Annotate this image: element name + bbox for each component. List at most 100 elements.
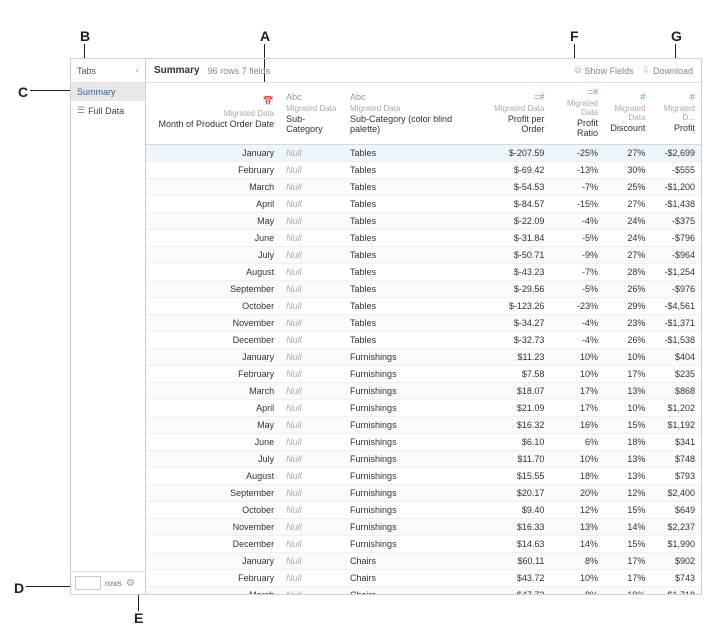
- table-row[interactable]: MayNullTables$-22.09-4%24%-$375: [146, 213, 701, 230]
- main-panel: Summary 96 rows 7 fields ⧉ Show Fields ⇩…: [146, 59, 701, 594]
- table-row[interactable]: FebruaryNullTables$-69.42-13%30%-$555: [146, 162, 701, 179]
- rows-input[interactable]: [75, 576, 101, 590]
- cell: 18%: [550, 468, 604, 485]
- page-title: Summary: [154, 65, 200, 76]
- table-row[interactable]: OctoberNullFurnishings$9.4012%15%$649: [146, 502, 701, 519]
- cell: Null: [280, 281, 344, 298]
- cell: Tables: [344, 315, 478, 332]
- table-row[interactable]: FebruaryNullChairs$43.7210%17%$743: [146, 570, 701, 587]
- column-type-icon: Abc: [350, 92, 472, 102]
- cell: June: [146, 434, 280, 451]
- table-row[interactable]: NovemberNullFurnishings$16.3313%14%$2,23…: [146, 519, 701, 536]
- cell: $404: [651, 349, 701, 366]
- cell: Null: [280, 468, 344, 485]
- cell: 26%: [604, 281, 651, 298]
- table-row[interactable]: AugustNullTables$-43.23-7%28%-$1,254: [146, 264, 701, 281]
- cell: Null: [280, 230, 344, 247]
- column-type-icon: =#: [484, 92, 544, 102]
- cell: 17%: [604, 366, 651, 383]
- cell: 13%: [604, 468, 651, 485]
- column-source: Migrated Data: [610, 104, 645, 122]
- column-header[interactable]: =#Migrated DataProfit per Order: [478, 83, 550, 145]
- table-row[interactable]: SeptemberNullTables$-29.56-5%26%-$976: [146, 281, 701, 298]
- cell: $16.32: [478, 417, 550, 434]
- table-row[interactable]: OctoberNullTables$-123.26-23%29%-$4,561: [146, 298, 701, 315]
- cell: 17%: [550, 383, 604, 400]
- table-row[interactable]: AugustNullFurnishings$15.5518%13%$793: [146, 468, 701, 485]
- cell: $-54.53: [478, 179, 550, 196]
- column-source: Migrated Data: [484, 104, 544, 113]
- column-source: Migrated D...: [657, 104, 695, 122]
- cell: Chairs: [344, 570, 478, 587]
- column-header[interactable]: #Migrated DataDiscount: [604, 83, 651, 145]
- table-row[interactable]: JanuaryNullTables$-207.59-25%27%-$2,699: [146, 145, 701, 162]
- column-header[interactable]: #Migrated D...Profit: [651, 83, 701, 145]
- collapse-icon[interactable]: ‹: [136, 65, 139, 76]
- cell: 20%: [550, 485, 604, 502]
- table-row[interactable]: JuneNullFurnishings$6.106%18%$341: [146, 434, 701, 451]
- table-row[interactable]: MayNullFurnishings$16.3216%15%$1,192: [146, 417, 701, 434]
- cell: Chairs: [344, 587, 478, 595]
- cell: October: [146, 502, 280, 519]
- column-type-icon: #: [610, 92, 645, 102]
- callout-line: [26, 586, 70, 587]
- column-header[interactable]: =#Migrated DataProfit Ratio: [550, 83, 604, 145]
- cell: August: [146, 468, 280, 485]
- table-row[interactable]: DecemberNullTables$-32.73-4%26%-$1,538: [146, 332, 701, 349]
- cell: Tables: [344, 332, 478, 349]
- table-row[interactable]: AprilNullTables$-84.57-15%27%-$1,438: [146, 196, 701, 213]
- cell: 14%: [604, 519, 651, 536]
- cell: 15%: [604, 536, 651, 553]
- data-grid[interactable]: 📅Migrated DataMonth of Product Order Dat…: [146, 83, 701, 594]
- cell: 17%: [604, 570, 651, 587]
- table-row[interactable]: JanuaryNullFurnishings$11.2310%10%$404: [146, 349, 701, 366]
- cell: $16.33: [478, 519, 550, 536]
- cell: January: [146, 349, 280, 366]
- cell: 23%: [604, 315, 651, 332]
- cell: $743: [651, 570, 701, 587]
- app-window: Tabs ‹ Summary☰Full Data rows ⚙ Summary …: [70, 58, 702, 595]
- table-row[interactable]: SeptemberNullFurnishings$20.1720%12%$2,4…: [146, 485, 701, 502]
- column-name: Sub-Category: [286, 114, 338, 134]
- tab-summary[interactable]: Summary: [71, 83, 145, 101]
- table-row[interactable]: DecemberNullFurnishings$14.6314%15%$1,99…: [146, 536, 701, 553]
- cell: -$1,254: [651, 264, 701, 281]
- cell: Null: [280, 536, 344, 553]
- table-row[interactable]: MarchNullFurnishings$18.0717%13%$868: [146, 383, 701, 400]
- table-row[interactable]: MarchNullTables$-54.53-7%25%-$1,200: [146, 179, 701, 196]
- sidebar-footer: rows ⚙: [71, 571, 145, 594]
- table-row[interactable]: JulyNullTables$-50.71-9%27%-$964: [146, 247, 701, 264]
- cell: Null: [280, 247, 344, 264]
- table-row[interactable]: MarchNullChairs$47.738%19%$1,718: [146, 587, 701, 595]
- table-row[interactable]: FebruaryNullFurnishings$7.5810%17%$235: [146, 366, 701, 383]
- cell: -13%: [550, 162, 604, 179]
- table-row[interactable]: JulyNullFurnishings$11.7010%13%$748: [146, 451, 701, 468]
- cell: Null: [280, 570, 344, 587]
- column-header[interactable]: 📅Migrated DataMonth of Product Order Dat…: [146, 83, 280, 145]
- tab-full-data[interactable]: ☰Full Data: [71, 101, 145, 120]
- column-header[interactable]: AbcMigrated DataSub-Category (color blin…: [344, 83, 478, 145]
- column-name: Profit: [657, 123, 695, 133]
- column-type-icon: 📅: [152, 96, 274, 107]
- column-source: Migrated Data: [286, 104, 338, 113]
- download-button[interactable]: ⇩ Download: [642, 65, 693, 76]
- cell: $2,237: [651, 519, 701, 536]
- callout-line: [30, 90, 70, 91]
- cell: Null: [280, 502, 344, 519]
- sidebar-header: Tabs ‹: [71, 59, 145, 83]
- cell: Null: [280, 145, 344, 162]
- cell: Null: [280, 587, 344, 595]
- cell: Tables: [344, 179, 478, 196]
- table-row[interactable]: AprilNullFurnishings$21.0917%10%$1,202: [146, 400, 701, 417]
- table-row[interactable]: JanuaryNullChairs$60.118%17%$902: [146, 553, 701, 570]
- table-row[interactable]: NovemberNullTables$-34.27-4%23%-$1,371: [146, 315, 701, 332]
- cell: Tables: [344, 196, 478, 213]
- cell: $-31.84: [478, 230, 550, 247]
- cell: -$1,371: [651, 315, 701, 332]
- column-header[interactable]: AbcMigrated DataSub-Category: [280, 83, 344, 145]
- table-row[interactable]: JuneNullTables$-31.84-5%24%-$796: [146, 230, 701, 247]
- cell: -25%: [550, 145, 604, 162]
- gear-icon[interactable]: ⚙: [126, 578, 135, 589]
- show-fields-button[interactable]: ⧉ Show Fields: [574, 65, 633, 76]
- cell: Null: [280, 332, 344, 349]
